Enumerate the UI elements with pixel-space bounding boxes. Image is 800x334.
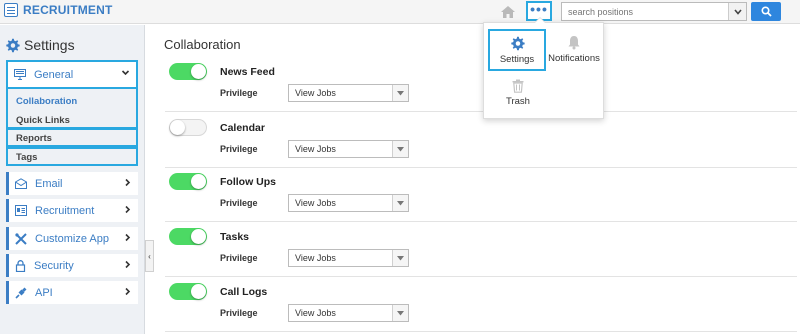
setting-name: Tasks (220, 231, 249, 243)
privilege-value: View Jobs (295, 308, 336, 318)
toggle-knob (191, 64, 206, 79)
sidebar-collapse-toggle[interactable]: ‹ (145, 240, 154, 272)
more-dots-icon: ••• (530, 0, 548, 17)
sidebar-header: Settings (5, 37, 75, 53)
email-icon (15, 178, 27, 189)
trash-icon (512, 79, 524, 93)
toggle-knob (191, 174, 206, 189)
setting-row-follow-ups: Follow Ups Privilege View Jobs (165, 167, 797, 222)
privilege-select[interactable]: View Jobs (288, 84, 409, 102)
setting-name: News Feed (220, 66, 275, 78)
recruitment-icon (15, 205, 27, 216)
sidebar-item-api[interactable]: API (6, 281, 138, 304)
plug-icon (15, 287, 27, 299)
chevron-down-icon (392, 250, 408, 266)
sidebar-item-email[interactable]: Email (6, 172, 138, 195)
chevron-down-icon (121, 70, 130, 76)
dropdown-item-settings[interactable]: Settings (488, 29, 546, 71)
dropdown-item-label: Trash (506, 96, 530, 107)
dropdown-arrow (534, 17, 546, 23)
sidebar-item-security[interactable]: Security (6, 254, 138, 277)
search-icon (760, 6, 772, 17)
chevron-right-icon (125, 178, 131, 187)
sidebar-item-label: Customize App (35, 232, 109, 245)
privilege-value: View Jobs (295, 144, 336, 154)
page-title: Collaboration (164, 37, 241, 52)
setting-row-call-logs: Call Logs Privilege View Jobs (165, 277, 797, 332)
setting-row-news-feed: News Feed Privilege View Jobs (165, 57, 797, 112)
submenu-item-quick-links[interactable]: Quick Links (16, 115, 70, 126)
search-dropdown-toggle[interactable] (728, 3, 746, 20)
follow-ups-toggle[interactable] (169, 173, 207, 190)
sidebar-item-label: Email (35, 177, 63, 190)
search-input[interactable] (562, 3, 728, 20)
privilege-label: Privilege (220, 253, 258, 263)
top-bar: RECRUITMENT ••• (0, 0, 800, 24)
monitor-icon (14, 69, 26, 80)
wrench-icon (15, 232, 27, 245)
chevron-down-icon (392, 85, 408, 101)
submenu-item-tags[interactable]: Tags (16, 152, 37, 163)
privilege-label: Privilege (220, 88, 258, 98)
app-brand[interactable]: RECRUITMENT (4, 3, 113, 17)
submenu-item-collaboration[interactable]: Collaboration (16, 96, 77, 107)
dropdown-item-trash[interactable]: Trash (488, 73, 548, 113)
gear-icon (6, 38, 20, 52)
more-options-dropdown: Settings Notifications Trash (483, 17, 604, 119)
privilege-label: Privilege (220, 144, 258, 154)
privilege-label: Privilege (220, 198, 258, 208)
chevron-left-icon: ‹ (148, 251, 151, 261)
sidebar-item-label: Security (34, 259, 74, 272)
chevron-right-icon (125, 287, 131, 296)
news-feed-toggle[interactable] (169, 63, 207, 80)
chevron-down-icon (392, 195, 408, 211)
toggle-knob (191, 284, 206, 299)
privilege-value: View Jobs (295, 253, 336, 263)
chevron-down-icon (392, 141, 408, 157)
dropdown-item-label: Notifications (548, 52, 600, 64)
chevron-down-icon (392, 305, 408, 321)
dropdown-item-label: Settings (499, 53, 535, 65)
lock-icon (15, 259, 26, 272)
privilege-value: View Jobs (295, 88, 336, 98)
home-icon (501, 6, 515, 18)
toggle-knob (170, 120, 185, 135)
dropdown-item-notifications[interactable]: Notifications (544, 29, 604, 69)
bell-icon (568, 35, 580, 49)
search-box (561, 2, 747, 21)
tasks-toggle[interactable] (169, 228, 207, 245)
chevron-right-icon (125, 260, 131, 269)
chevron-right-icon (125, 233, 131, 242)
call-logs-toggle[interactable] (169, 283, 207, 300)
sidebar-item-label: API (35, 286, 53, 299)
home-button[interactable] (498, 2, 518, 22)
privilege-value: View Jobs (295, 198, 336, 208)
app-title: RECRUITMENT (23, 3, 113, 17)
privilege-select[interactable]: View Jobs (288, 194, 409, 212)
sidebar-item-recruitment[interactable]: Recruitment (6, 199, 138, 222)
sidebar-title: Settings (24, 37, 75, 53)
search-button[interactable] (751, 2, 781, 21)
chevron-right-icon (125, 205, 131, 214)
sidebar-item-general[interactable]: General (6, 60, 138, 89)
setting-row-calendar: Calendar Privilege View Jobs (165, 113, 797, 168)
setting-name: Calendar (220, 122, 265, 134)
main-content: Collaboration News Feed Privilege View J… (155, 25, 800, 334)
submenu-item-reports[interactable]: Reports (16, 133, 52, 144)
sidebar-item-label: Recruitment (35, 204, 95, 217)
privilege-select[interactable]: View Jobs (288, 249, 409, 267)
setting-row-tasks: Tasks Privilege View Jobs (165, 222, 797, 277)
privilege-select[interactable]: View Jobs (288, 304, 409, 322)
sidebar-item-customize-app[interactable]: Customize App (6, 227, 138, 250)
app-logo-icon (4, 3, 18, 17)
setting-name: Follow Ups (220, 176, 276, 188)
setting-name: Call Logs (220, 286, 268, 298)
toggle-knob (191, 229, 206, 244)
sidebar-item-label: General (34, 68, 74, 81)
privilege-label: Privilege (220, 308, 258, 318)
gear-icon (510, 36, 525, 50)
chevron-down-icon (733, 8, 742, 15)
calendar-toggle[interactable] (169, 119, 207, 136)
privilege-select[interactable]: View Jobs (288, 140, 409, 158)
